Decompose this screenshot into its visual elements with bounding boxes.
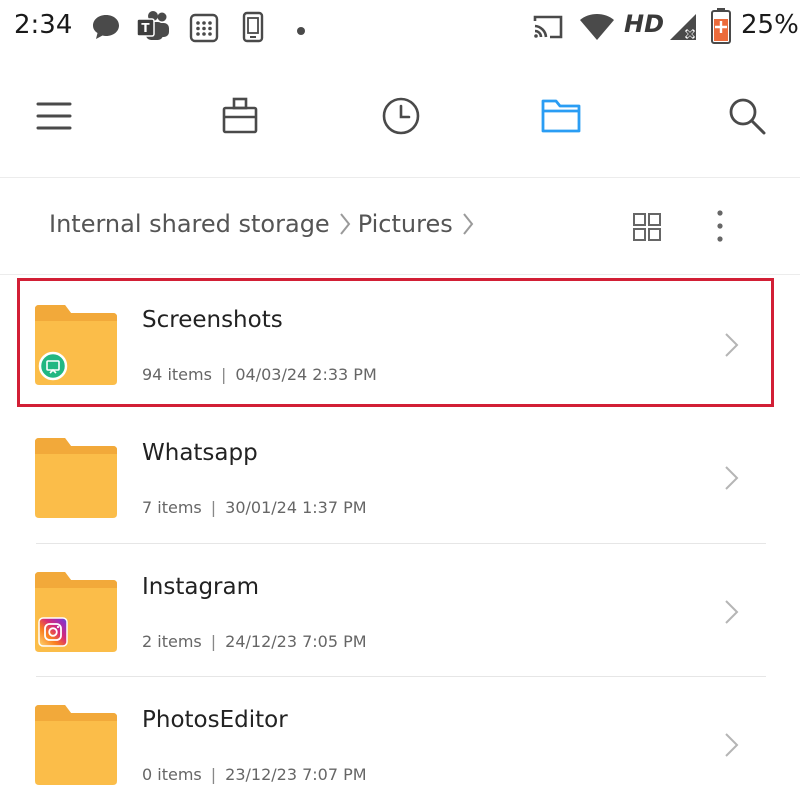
phone-device-icon [240, 11, 266, 47]
meta-separator: | [210, 498, 217, 517]
folder-meta: 7 items | 30/01/24 1:37 PM [142, 498, 367, 517]
row-divider [36, 676, 766, 677]
chevron-right-icon [725, 466, 739, 490]
breadcrumb-item-pictures[interactable]: Pictures [358, 210, 453, 238]
categories-button[interactable] [216, 92, 264, 140]
cast-icon [531, 12, 565, 46]
battery-percent: 25% [741, 10, 799, 40]
folder-row-instagram[interactable]: Instagram 2 items | 24/12/23 7:05 PM [20, 546, 770, 674]
breadcrumb-bar: Internal shared storage Pictures [0, 178, 800, 274]
battery-icon [710, 7, 732, 49]
teams-icon: T [134, 10, 172, 48]
highlight-box [17, 278, 774, 407]
chevron-right-icon [725, 733, 739, 757]
files-button[interactable] [537, 92, 585, 140]
row-divider [36, 543, 766, 544]
recent-button[interactable] [377, 92, 425, 140]
instagram-badge-icon [38, 617, 68, 647]
folder-thumbnail-icon [35, 705, 117, 785]
folder-item-count: 7 items [142, 498, 202, 517]
grid-view-icon [633, 213, 661, 241]
chat-bubble-icon [90, 12, 122, 46]
folder-item-count: 2 items [142, 632, 202, 651]
view-toggle-button[interactable] [628, 208, 666, 246]
meta-separator: | [210, 632, 217, 651]
network-type-label: HD [624, 10, 665, 38]
folder-meta: 0 items | 23/12/23 7:07 PM [142, 765, 367, 784]
calculator-icon [188, 12, 220, 48]
folder-thumbnail-icon [35, 438, 117, 518]
svg-text:T: T [141, 21, 150, 35]
status-bar: 2:34 T HD 25% [0, 0, 800, 58]
search-button[interactable] [723, 92, 771, 140]
folder-date: 23/12/23 7:07 PM [225, 765, 367, 784]
briefcase-icon [222, 97, 258, 134]
folder-icon [541, 99, 581, 133]
menu-button[interactable] [30, 92, 78, 140]
folder-date: 30/01/24 1:37 PM [225, 498, 367, 517]
status-time: 2:34 [14, 10, 73, 40]
folder-item-count: 0 items [142, 765, 202, 784]
dot-icon [295, 22, 307, 41]
meta-separator: | [210, 765, 217, 784]
folder-name: Instagram [142, 574, 260, 600]
chevron-right-icon [338, 211, 352, 237]
folder-date: 24/12/23 7:05 PM [225, 632, 367, 651]
chevron-right-icon [725, 600, 739, 624]
wifi-icon [578, 12, 616, 46]
more-options-button[interactable] [700, 206, 740, 246]
search-icon [729, 98, 766, 135]
folder-name: Whatsapp [142, 440, 258, 466]
folder-row-photoseditor[interactable]: PhotosEditor 0 items | 23/12/23 7:07 PM [20, 679, 770, 807]
breadcrumb-divider [0, 274, 800, 275]
chevron-right-icon [461, 211, 475, 237]
signal-icon [668, 12, 700, 46]
app-toolbar [0, 70, 800, 162]
folder-name: PhotosEditor [142, 707, 288, 733]
folder-thumbnail-icon [35, 572, 117, 652]
menu-icon [36, 102, 72, 130]
folder-meta: 2 items | 24/12/23 7:05 PM [142, 632, 367, 651]
breadcrumb-item-internal-storage[interactable]: Internal shared storage [49, 210, 330, 238]
folder-row-whatsapp[interactable]: Whatsapp 7 items | 30/01/24 1:37 PM [20, 412, 770, 540]
breadcrumb: Internal shared storage Pictures [49, 210, 475, 238]
clock-icon [382, 97, 420, 135]
more-vertical-icon [717, 210, 723, 242]
